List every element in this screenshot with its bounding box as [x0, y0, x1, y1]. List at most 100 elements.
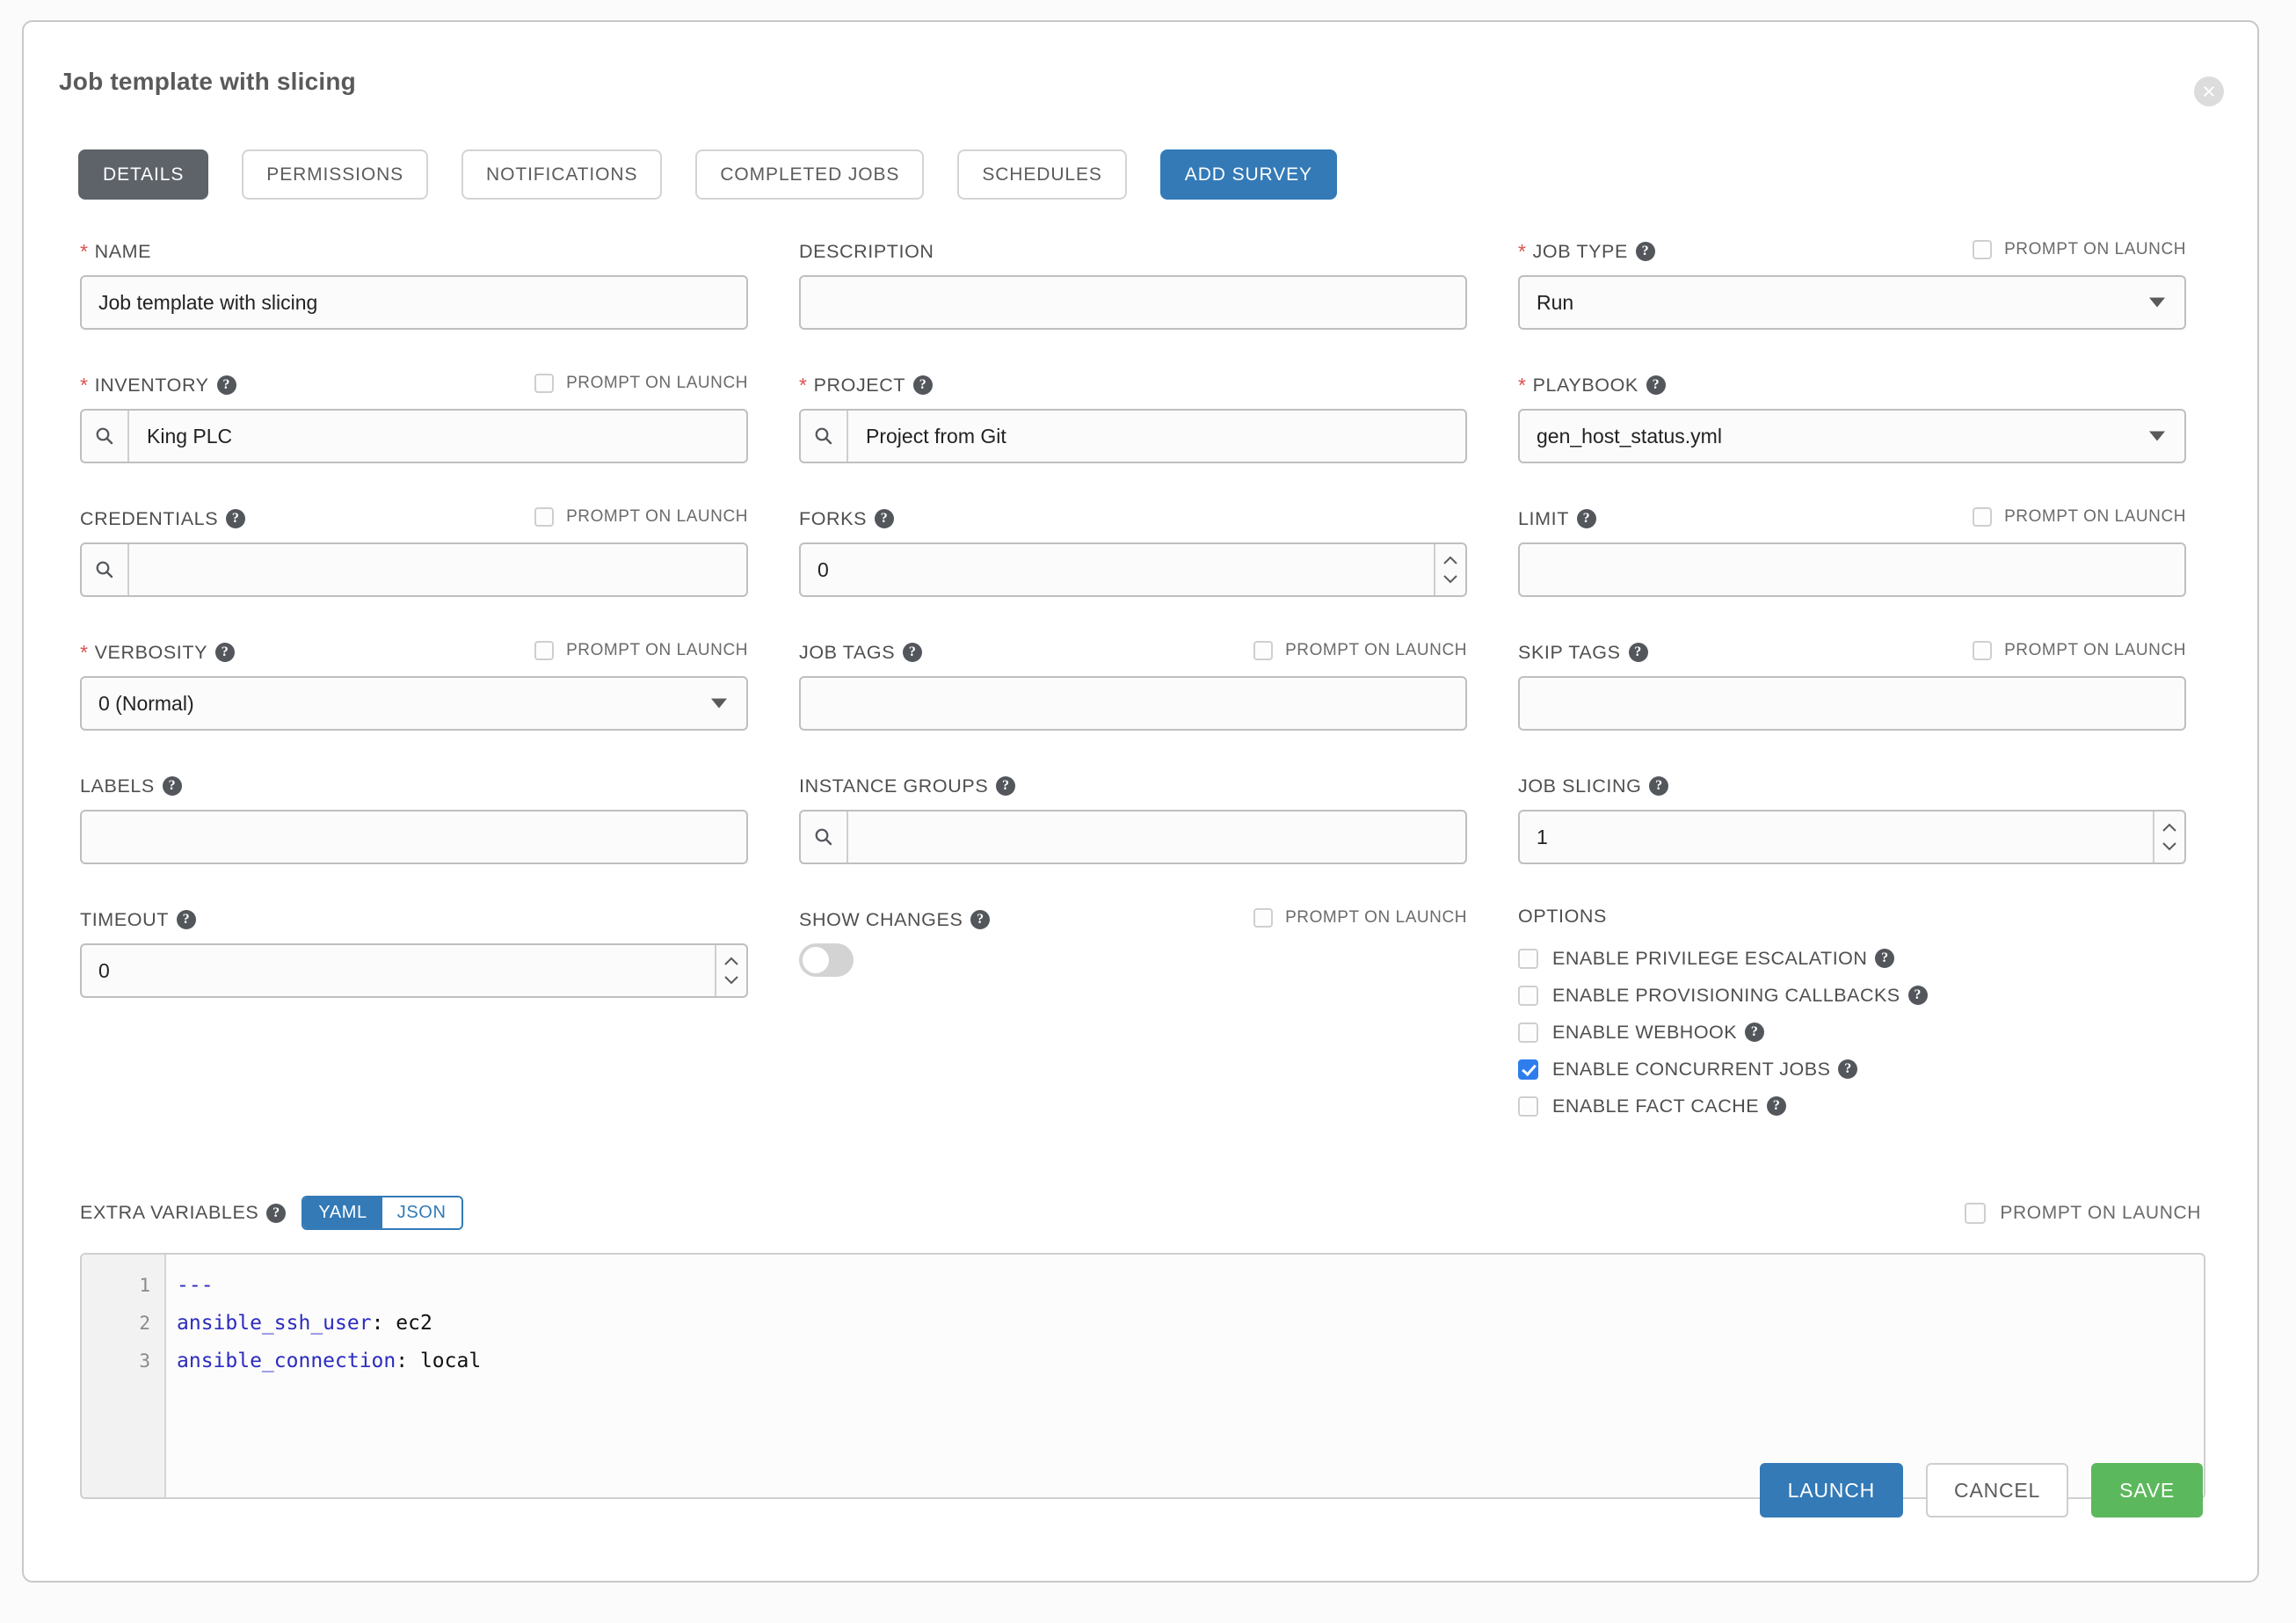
limit-prompt-on-launch[interactable]: PROMPT ON LAUNCH [1973, 507, 2186, 527]
option-enable-concurrent-jobs[interactable]: ENABLE CONCURRENT JOBS ? [1518, 1051, 2186, 1088]
help-circle-icon[interactable]: ? [1649, 776, 1669, 796]
extra-variables-prompt-on-launch[interactable]: PROMPT ON LAUNCH [1965, 1203, 2201, 1224]
prompt-on-launch-label: PROMPT ON LAUNCH [2004, 641, 2186, 659]
help-circle-icon[interactable]: ? [913, 375, 934, 395]
job-slicing-value: 1 [1537, 825, 1548, 848]
checkbox[interactable] [1518, 985, 1538, 1006]
help-circle-icon[interactable]: ? [266, 1203, 287, 1223]
code-line: --- [177, 1267, 2204, 1305]
inventory-prompt-on-launch[interactable]: PROMPT ON LAUNCH [534, 374, 748, 393]
extra-variables-label: EXTRA VARIABLES [80, 1202, 259, 1223]
description-input[interactable] [799, 275, 1467, 330]
help-circle-icon[interactable]: ? [970, 910, 991, 929]
checkbox[interactable] [1253, 641, 1274, 660]
launch-button[interactable]: LAUNCH [1759, 1463, 1904, 1517]
code-sep: : [396, 1350, 420, 1372]
show-changes-toggle[interactable] [799, 943, 854, 977]
job-type-prompt-on-launch[interactable]: PROMPT ON LAUNCH [1973, 240, 2186, 259]
options-title: OPTIONS [1518, 906, 1607, 927]
job-tags-input[interactable] [799, 676, 1467, 731]
extra-variables-editor[interactable]: 1 2 3 --- ansible_ssh_user: ec2 ansible_… [80, 1253, 2205, 1499]
show-changes-prompt-on-launch[interactable]: PROMPT ON LAUNCH [1253, 908, 1467, 928]
help-circle-icon[interactable]: ? [215, 643, 236, 662]
field-name: * NAME Job template with slicing [80, 237, 748, 371]
search-icon[interactable] [801, 812, 848, 862]
checkbox[interactable] [534, 374, 555, 393]
checkbox[interactable] [1973, 240, 1993, 259]
help-circle-icon[interactable]: ? [1628, 643, 1648, 662]
verbosity-prompt-on-launch[interactable]: PROMPT ON LAUNCH [534, 641, 748, 660]
search-icon[interactable] [82, 411, 129, 462]
option-enable-webhook[interactable]: ENABLE WEBHOOK ? [1518, 1014, 2186, 1051]
checkbox[interactable] [1518, 948, 1538, 969]
checkbox[interactable] [1965, 1203, 1987, 1224]
labels-input[interactable] [80, 810, 748, 864]
job-slicing-input[interactable]: 1 [1518, 810, 2186, 864]
help-circle-icon[interactable]: ? [1907, 986, 1928, 1005]
search-icon[interactable] [82, 544, 129, 595]
help-circle-icon[interactable]: ? [226, 509, 246, 528]
search-icon[interactable] [801, 411, 848, 462]
option-enable-privilege-escalation[interactable]: ENABLE PRIVILEGE ESCALATION ? [1518, 940, 2186, 977]
skip-tags-prompt-on-launch[interactable]: PROMPT ON LAUNCH [1973, 641, 2186, 660]
project-input[interactable]: Project from Git [799, 409, 1467, 463]
forks-input[interactable]: 0 [799, 542, 1467, 597]
help-circle-icon[interactable]: ? [1646, 375, 1666, 395]
help-circle-icon[interactable]: ? [903, 643, 923, 662]
instance-groups-input[interactable] [799, 810, 1467, 864]
verbosity-select[interactable]: 0 (Normal) [80, 676, 748, 731]
help-circle-icon[interactable]: ? [1838, 1059, 1858, 1079]
option-enable-fact-cache[interactable]: ENABLE FACT CACHE ? [1518, 1088, 2186, 1124]
credentials-prompt-on-launch[interactable]: PROMPT ON LAUNCH [534, 507, 748, 527]
job-type-select[interactable]: Run [1518, 275, 2186, 330]
timeout-input[interactable]: 0 [80, 943, 748, 998]
playbook-select[interactable]: gen_host_status.yml [1518, 409, 2186, 463]
checkbox[interactable] [1518, 1059, 1538, 1080]
forks-value: 0 [817, 557, 829, 581]
checkbox[interactable] [1518, 1022, 1538, 1043]
forks-stepper[interactable] [1434, 544, 1465, 595]
close-icon[interactable] [2194, 76, 2224, 106]
tab-permissions[interactable]: PERMISSIONS [242, 149, 429, 200]
limit-input[interactable] [1518, 542, 2186, 597]
help-circle-icon[interactable]: ? [875, 509, 895, 528]
add-survey-button[interactable]: ADD SURVEY [1159, 149, 1337, 200]
help-circle-icon[interactable]: ? [996, 776, 1016, 796]
save-button[interactable]: SAVE [2091, 1463, 2203, 1517]
inventory-input[interactable]: King PLC [80, 409, 748, 463]
cancel-button[interactable]: CANCEL [1926, 1463, 2069, 1517]
option-enable-provisioning-callbacks[interactable]: ENABLE PROVISIONING CALLBACKS ? [1518, 977, 2186, 1014]
skip-tags-input[interactable] [1518, 676, 2186, 731]
help-circle-icon[interactable]: ? [162, 776, 182, 796]
help-circle-icon[interactable]: ? [1635, 242, 1655, 261]
checkbox[interactable] [534, 641, 555, 660]
help-circle-icon[interactable]: ? [176, 910, 196, 929]
checkbox[interactable] [1973, 507, 1993, 527]
help-circle-icon[interactable]: ? [1767, 1096, 1787, 1116]
code-area[interactable]: --- ansible_ssh_user: ec2 ansible_connec… [166, 1255, 2204, 1497]
code-value: local [419, 1350, 482, 1372]
credentials-input[interactable] [80, 542, 748, 597]
tab-notifications[interactable]: NOTIFICATIONS [461, 149, 663, 200]
code-key: ansible_ssh_user [177, 1312, 372, 1335]
help-circle-icon[interactable]: ? [1576, 509, 1596, 528]
help-circle-icon[interactable]: ? [216, 375, 236, 395]
timeout-stepper[interactable] [715, 945, 746, 996]
inventory-label: * INVENTORY ? [80, 375, 236, 397]
checkbox[interactable] [1518, 1095, 1538, 1117]
job-tags-prompt-on-launch[interactable]: PROMPT ON LAUNCH [1253, 641, 1467, 660]
format-yaml-button[interactable]: YAML [303, 1197, 382, 1228]
checkbox[interactable] [1253, 908, 1274, 928]
tab-completed-jobs[interactable]: COMPLETED JOBS [695, 149, 925, 200]
help-circle-icon[interactable]: ? [1875, 949, 1895, 968]
checkbox[interactable] [534, 507, 555, 527]
tab-details[interactable]: DETAILS [78, 149, 209, 200]
tab-schedules[interactable]: SCHEDULES [957, 149, 1127, 200]
job-slicing-stepper[interactable] [2153, 812, 2184, 862]
help-circle-icon[interactable]: ? [1745, 1023, 1765, 1042]
chevron-down-icon [2149, 297, 2165, 308]
name-input[interactable]: Job template with slicing [80, 275, 748, 330]
field-labels: LABELS ? [80, 772, 748, 906]
format-json-button[interactable]: JSON [381, 1197, 461, 1228]
checkbox[interactable] [1973, 641, 1993, 660]
